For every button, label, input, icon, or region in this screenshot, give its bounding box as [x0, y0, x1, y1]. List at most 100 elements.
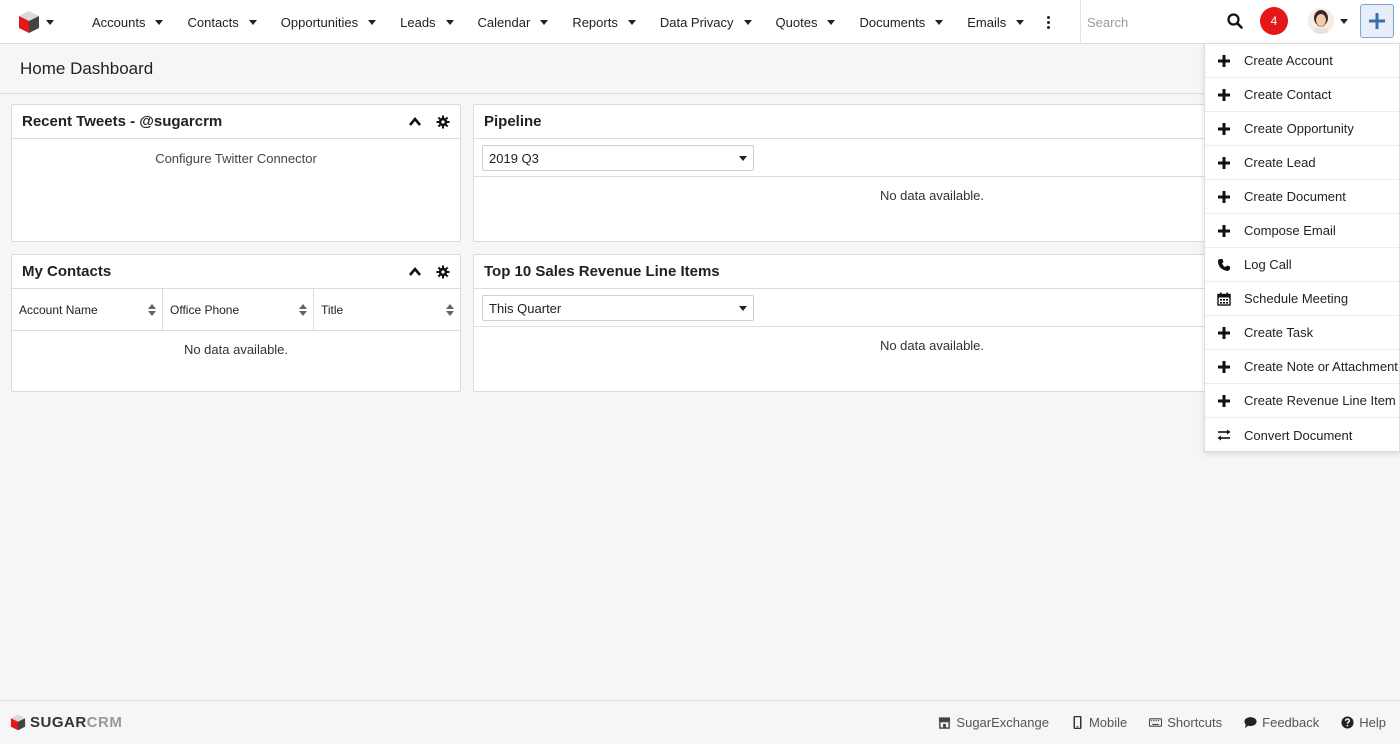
- sort-icon: [148, 304, 156, 316]
- chevron-down-icon: [1340, 18, 1348, 24]
- footer: SUGARCRM SugarExchange Mobile Shortcuts …: [0, 700, 1400, 744]
- chevron-down-icon[interactable]: [1016, 19, 1025, 25]
- select-value: 2019 Q3: [489, 151, 539, 166]
- sort-icon: [299, 304, 307, 316]
- pipeline-period-select[interactable]: 2019 Q3: [482, 145, 754, 171]
- calendar-icon: [1217, 292, 1231, 306]
- nav-label: Accounts: [92, 14, 146, 30]
- collapse-icon[interactable]: [408, 265, 422, 279]
- nav-label: Leads: [400, 14, 436, 30]
- more-modules-icon[interactable]: [1038, 0, 1058, 44]
- menu-item-create-document[interactable]: Create Document: [1205, 180, 1399, 214]
- my-contacts-dashlet: My Contacts Account Name Office Phone Ti…: [11, 254, 461, 392]
- nav-documents[interactable]: Documents: [847, 0, 955, 44]
- nav-opportunities[interactable]: Opportunities: [269, 0, 388, 44]
- menu-item-create-revenue-line-item[interactable]: Create Revenue Line Item: [1205, 384, 1399, 418]
- phone-icon: [1218, 258, 1230, 271]
- collapse-icon[interactable]: [408, 115, 422, 129]
- menu-item-create-account[interactable]: Create Account: [1205, 44, 1399, 78]
- nav-data-privacy[interactable]: Data Privacy: [648, 0, 764, 44]
- chevron-down-icon[interactable]: [540, 19, 549, 25]
- menu-item-label: Create Contact: [1244, 87, 1332, 102]
- nav-leads[interactable]: Leads: [388, 0, 465, 44]
- footer-link-mobile[interactable]: Mobile: [1071, 715, 1127, 730]
- footer-link-label: SugarExchange: [956, 715, 1049, 730]
- footer-link-label: Feedback: [1262, 715, 1320, 730]
- footer-link-sugarexchange[interactable]: SugarExchange: [938, 715, 1049, 730]
- nav-quotes[interactable]: Quotes: [764, 0, 848, 44]
- chevron-down-icon[interactable]: [743, 19, 752, 25]
- menu-item-schedule-meeting[interactable]: Schedule Meeting: [1205, 282, 1399, 316]
- module-nav: Accounts Contacts Opportunities Leads Ca…: [80, 0, 1058, 44]
- keyboard-icon: [1149, 718, 1163, 727]
- dashlet-header: My Contacts: [12, 255, 460, 289]
- help-icon: [1341, 716, 1354, 729]
- plus-icon: [1369, 13, 1385, 29]
- menu-item-create-task[interactable]: Create Task: [1205, 316, 1399, 350]
- chevron-down-icon[interactable]: [935, 19, 944, 25]
- nav-calendar[interactable]: Calendar: [466, 0, 561, 44]
- chevron-down-icon[interactable]: [445, 19, 454, 25]
- plus-icon: [1218, 360, 1230, 373]
- menu-item-compose-email[interactable]: Compose Email: [1205, 214, 1399, 248]
- notification-badge[interactable]: 4: [1260, 7, 1288, 35]
- search-icon[interactable]: [1227, 13, 1243, 29]
- nav-emails[interactable]: Emails: [955, 0, 1036, 44]
- dashlet-title: Pipeline: [484, 113, 542, 130]
- menu-item-create-lead[interactable]: Create Lead: [1205, 146, 1399, 180]
- nav-label: Data Privacy: [659, 14, 734, 30]
- sort-icon: [446, 304, 454, 316]
- user-menu-button[interactable]: [1308, 6, 1350, 36]
- avatar: [1308, 8, 1334, 34]
- chevron-down-icon[interactable]: [827, 19, 836, 25]
- gear-icon[interactable]: [436, 265, 450, 279]
- plus-icon: [1218, 54, 1230, 67]
- empty-message: No data available.: [183, 342, 289, 357]
- column-title[interactable]: Title: [314, 289, 460, 331]
- brand-sugar: SUGAR: [30, 714, 87, 731]
- search-input[interactable]: [1087, 10, 1217, 34]
- chevron-down-icon[interactable]: [155, 19, 164, 25]
- menu-item-label: Schedule Meeting: [1244, 291, 1349, 306]
- column-label: Account Name: [19, 303, 98, 317]
- column-office-phone[interactable]: Office Phone: [163, 289, 314, 331]
- quick-create-menu: Create Account Create Contact Create Opp…: [1204, 43, 1400, 452]
- chevron-down-icon[interactable]: [248, 19, 257, 25]
- menu-item-log-call[interactable]: Log Call: [1205, 248, 1399, 282]
- nav-label: Quotes: [775, 14, 818, 30]
- chevron-down-icon[interactable]: [627, 19, 636, 25]
- store-icon: [939, 717, 951, 729]
- nav-reports[interactable]: Reports: [560, 0, 648, 44]
- nav-contacts[interactable]: Contacts: [175, 0, 268, 44]
- dashlet-header: Recent Tweets - @sugarcrm: [12, 105, 460, 139]
- footer-link-feedback[interactable]: Feedback: [1244, 715, 1319, 730]
- column-account-name[interactable]: Account Name: [12, 289, 163, 331]
- sugarcrm-logo[interactable]: SUGARCRM: [10, 714, 122, 731]
- footer-links: SugarExchange Mobile Shortcuts Feedback …: [938, 715, 1386, 730]
- global-search: [1080, 0, 1252, 44]
- twitter-connector-link[interactable]: Configure Twitter Connector: [12, 151, 460, 166]
- menu-item-create-opportunity[interactable]: Create Opportunity: [1205, 112, 1399, 146]
- app-menu-button[interactable]: [18, 8, 64, 36]
- dashboard-header: Home Dashboard: [0, 44, 1400, 94]
- nav-label: Contacts: [187, 14, 239, 30]
- menu-item-label: Create Document: [1244, 189, 1346, 204]
- chevron-down-icon: [739, 156, 747, 161]
- menu-item-create-contact[interactable]: Create Contact: [1205, 78, 1399, 112]
- menu-item-create-note[interactable]: Create Note or Attachment: [1205, 350, 1399, 384]
- select-value: This Quarter: [489, 301, 562, 316]
- dashlet-title: My Contacts: [22, 263, 112, 280]
- menu-item-convert-document[interactable]: Convert Document: [1205, 418, 1399, 452]
- gear-icon[interactable]: [436, 115, 450, 129]
- nav-label: Reports: [572, 14, 618, 30]
- dashlet-title: Top 10 Sales Revenue Line Items: [484, 263, 720, 280]
- footer-link-help[interactable]: Help: [1341, 715, 1386, 730]
- quick-create-button[interactable]: [1360, 4, 1394, 38]
- footer-link-shortcuts[interactable]: Shortcuts: [1149, 715, 1222, 730]
- menu-item-label: Log Call: [1244, 257, 1292, 272]
- plus-icon: [1218, 122, 1230, 135]
- top-navbar: Accounts Contacts Opportunities Leads Ca…: [0, 0, 1400, 44]
- revenue-period-select[interactable]: This Quarter: [482, 295, 754, 321]
- chevron-down-icon[interactable]: [368, 19, 377, 25]
- nav-accounts[interactable]: Accounts: [80, 0, 175, 44]
